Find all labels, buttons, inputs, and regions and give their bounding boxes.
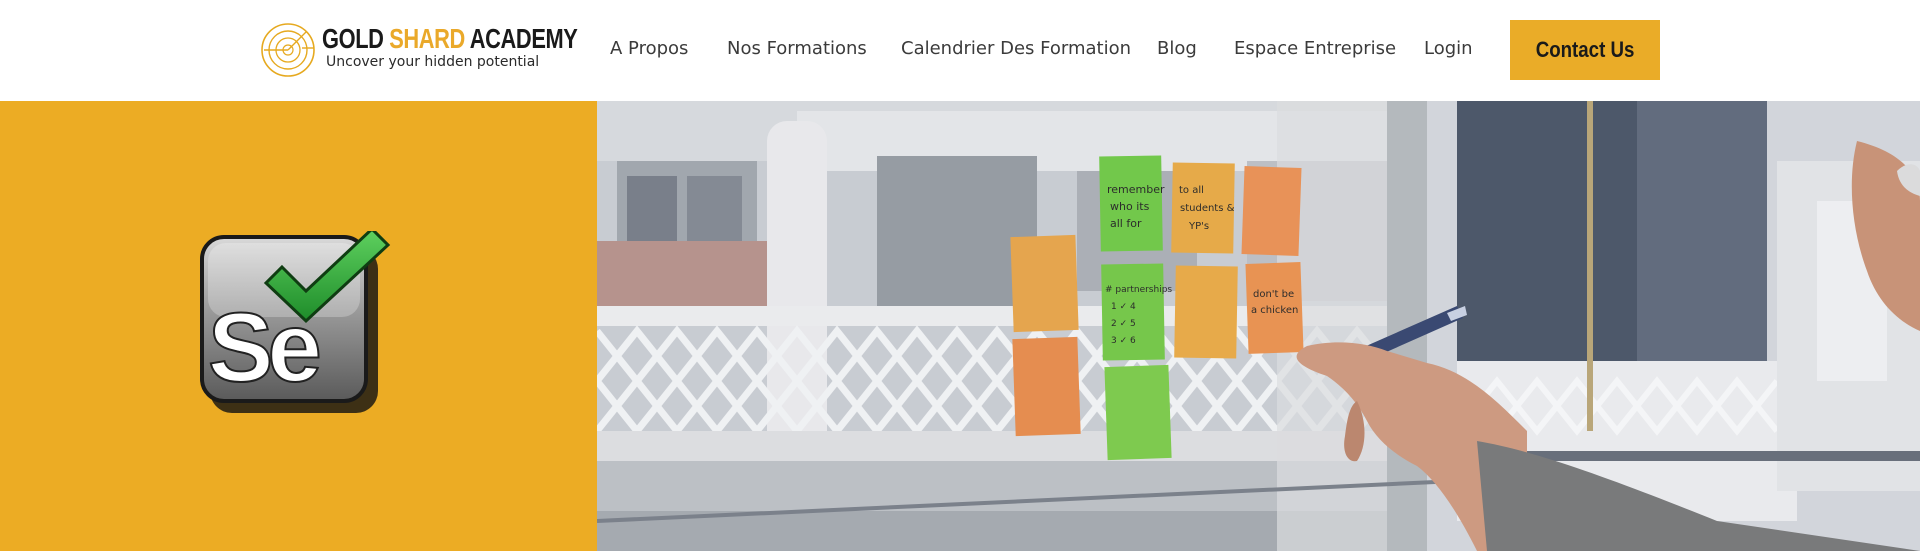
contact-us-button[interactable]: Contact Us [1510,20,1660,80]
brand-title-part3: ACADEMY [464,23,578,54]
nav-item-a-propos[interactable]: A Propos [610,38,688,59]
brand-title: GOLD SHARD ACADEMY [322,22,578,56]
brand-tagline: Uncover your hidden potential [326,54,540,70]
hero-left-panel: Se [0,101,597,551]
site-header: GOLD SHARD ACADEMY Uncover your hidden p… [0,0,1920,101]
nav-item-blog[interactable]: Blog [1157,38,1197,59]
selenium-logo-text: Se [208,292,319,402]
nav-item-login[interactable]: Login [1424,38,1473,59]
nav-item-nos-formations[interactable]: Nos Formations [727,38,867,59]
selenium-logo-icon: Se [200,231,391,413]
nav-item-calendrier[interactable]: Calendrier Des Formation [901,38,1131,59]
hero-section: Se remember who its all for to all stude… [0,101,1920,551]
logo-text: GOLD SHARD ACADEMY Uncover your hidden p… [322,22,650,70]
brand-title-part1: GOLD [322,23,390,54]
office-photo: remember who its all for to all students… [597,101,1920,551]
nav-item-espace-entreprise[interactable]: Espace Entreprise [1234,38,1396,59]
logo-emblem-icon [261,23,315,77]
hero-photo: remember who its all for to all students… [597,101,1920,551]
brand-title-part2: SHARD [389,23,465,54]
contact-us-label: Contact Us [1535,37,1635,62]
